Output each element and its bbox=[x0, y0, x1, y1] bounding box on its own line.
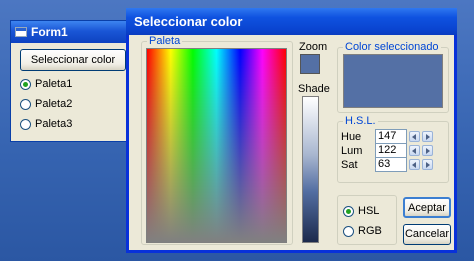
accept-button[interactable]: Aceptar bbox=[403, 197, 451, 218]
color-palette[interactable] bbox=[146, 48, 287, 243]
sat-label: Sat bbox=[341, 158, 358, 171]
radio-paleta2[interactable]: Paleta2 bbox=[20, 98, 72, 110]
dialog-title-bar[interactable]: Seleccionar color bbox=[126, 8, 457, 35]
mode-group bbox=[337, 195, 397, 245]
shade-label: Shade bbox=[298, 83, 330, 95]
selected-color-group-label: Color seleccionado bbox=[343, 41, 441, 53]
select-color-button[interactable]: Seleccionar color bbox=[20, 49, 126, 71]
radio-label: Paleta3 bbox=[35, 118, 73, 130]
sat-decrease-icon[interactable] bbox=[409, 159, 420, 170]
sat-field[interactable]: 63 bbox=[375, 157, 407, 172]
hue-row: Hue 147 bbox=[341, 129, 433, 144]
hue-decrease-icon[interactable] bbox=[409, 131, 420, 142]
form1-title-bar[interactable]: Form1 bbox=[11, 21, 141, 43]
radio-label: HSL bbox=[358, 205, 380, 217]
radio-circle[interactable] bbox=[20, 78, 31, 90]
radio-hsl[interactable]: HSL bbox=[343, 205, 379, 217]
zoom-preview bbox=[300, 54, 320, 74]
hue-label: Hue bbox=[341, 130, 362, 143]
hsl-group-label: H.S.L. bbox=[343, 115, 378, 127]
lum-increase-icon[interactable] bbox=[422, 145, 433, 156]
lum-decrease-icon[interactable] bbox=[409, 145, 420, 156]
form1-title: Form1 bbox=[31, 25, 68, 39]
radio-circle[interactable] bbox=[343, 225, 354, 237]
sat-row: Sat 63 bbox=[341, 157, 433, 172]
window-icon bbox=[15, 27, 27, 37]
lum-label: Lum bbox=[341, 144, 363, 157]
shade-slider[interactable] bbox=[302, 96, 319, 243]
radio-paleta1[interactable]: Paleta1 bbox=[20, 78, 72, 90]
hue-increase-icon[interactable] bbox=[422, 131, 433, 142]
radio-label: Paleta1 bbox=[35, 78, 73, 90]
radio-circle[interactable] bbox=[343, 205, 354, 217]
radio-circle[interactable] bbox=[20, 98, 31, 110]
selected-color-swatch bbox=[343, 54, 443, 108]
lum-row: Lum 122 bbox=[341, 143, 433, 158]
zoom-label: Zoom bbox=[299, 41, 328, 53]
radio-rgb[interactable]: RGB bbox=[343, 225, 382, 237]
radio-circle[interactable] bbox=[20, 118, 31, 130]
palette-group-label: Paleta bbox=[147, 35, 183, 47]
radio-label: RGB bbox=[358, 225, 382, 237]
cancel-button[interactable]: Cancelar bbox=[403, 224, 451, 245]
hue-field[interactable]: 147 bbox=[375, 129, 407, 144]
lum-field[interactable]: 122 bbox=[375, 143, 407, 158]
sat-increase-icon[interactable] bbox=[422, 159, 433, 170]
radio-label: Paleta2 bbox=[35, 98, 73, 110]
radio-paleta3[interactable]: Paleta3 bbox=[20, 118, 72, 130]
